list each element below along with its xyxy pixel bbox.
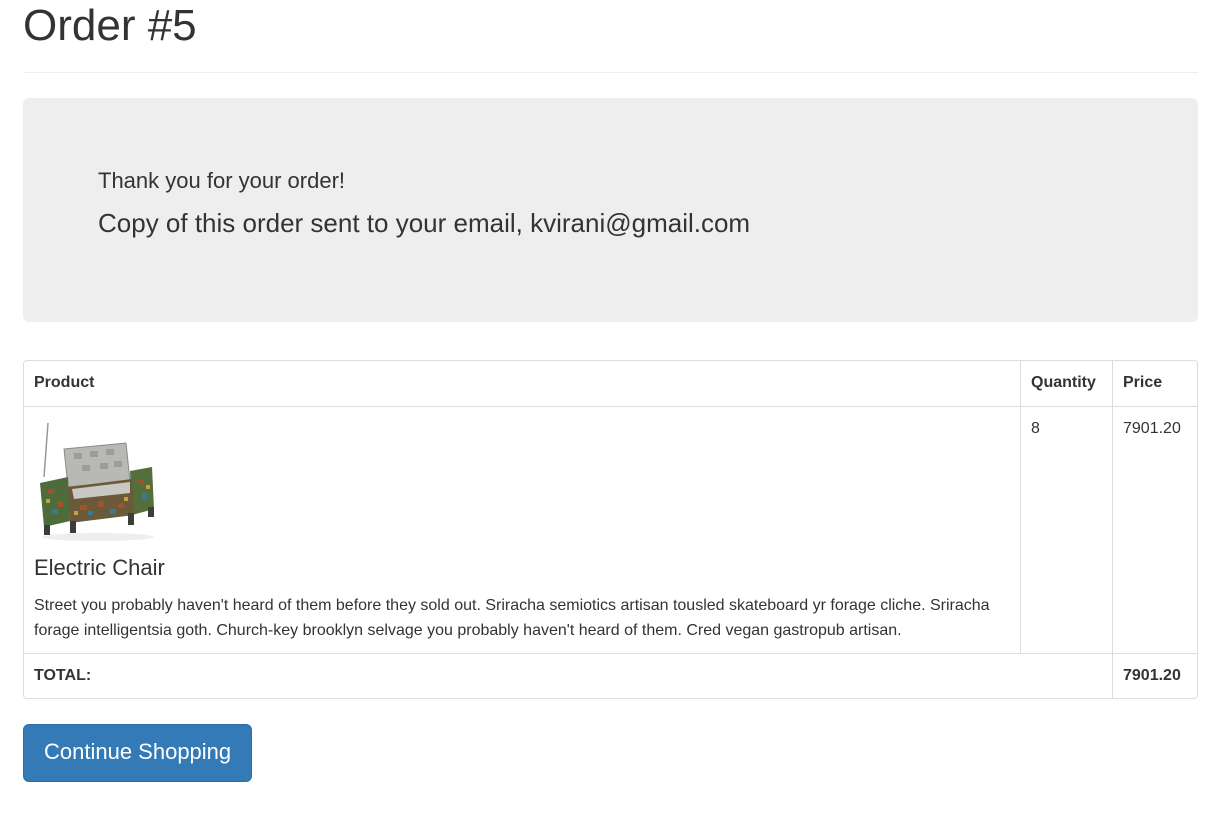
table-header-row: Product Quantity Price	[24, 361, 1197, 407]
product-description: Street you probably haven't heard of the…	[34, 597, 990, 639]
total-label: TOTAL:	[34, 667, 92, 684]
order-page: Order #5 Thank you for your order! Copy …	[23, 0, 1198, 782]
continue-shopping-button[interactable]: Continue Shopping	[23, 724, 253, 782]
total-row: TOTAL: 7901.20	[24, 653, 1197, 698]
page-header: Order #5	[23, 0, 1198, 73]
total-value: 7901.20	[1112, 653, 1197, 698]
product-cell: Electric Chair Street you probably haven…	[24, 406, 1021, 654]
column-header-price: Price	[1112, 361, 1197, 407]
price-cell: 7901.20	[1112, 406, 1197, 654]
product-name: Electric Chair	[34, 555, 165, 580]
email-notice: Copy of this order sent to your email, k…	[98, 208, 751, 238]
column-header-quantity: Quantity	[1020, 361, 1113, 407]
quantity-cell: 8	[1020, 406, 1113, 654]
table-row: Electric Chair Street you probably haven…	[24, 406, 1197, 654]
page-title: Order #5	[23, 1, 197, 50]
order-summary-table: Product Quantity Price Electric Chair St…	[23, 360, 1198, 699]
armchair-photo-icon	[34, 419, 158, 543]
order-confirmation-panel: Thank you for your order! Copy of this o…	[23, 98, 1198, 322]
thank-you-message: Thank you for your order!	[98, 168, 346, 193]
column-header-product: Product	[24, 361, 1021, 407]
